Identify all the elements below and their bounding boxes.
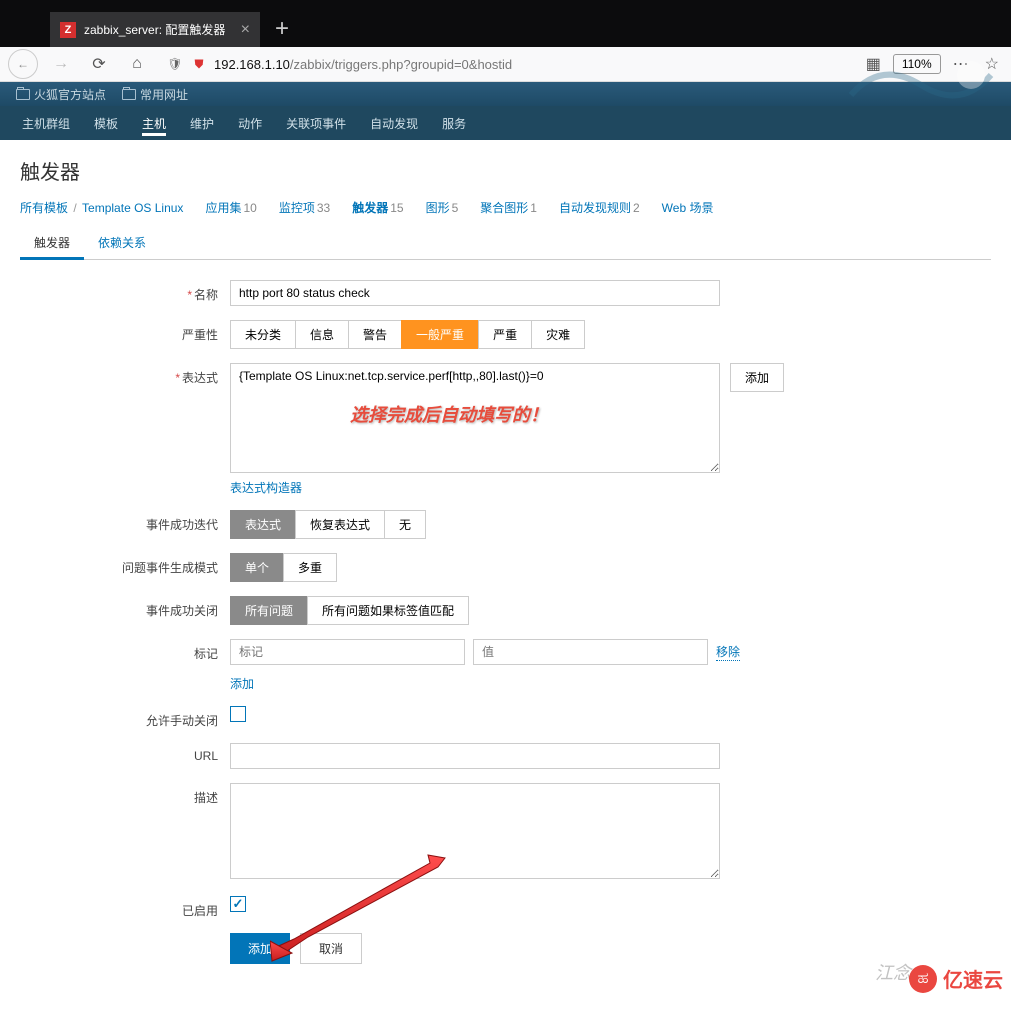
trigger-form: *名称 严重性 未分类 信息 警告 一般严重 严重 灾难 *表达式 {Templ…: [20, 260, 991, 998]
ok-event-group: 表达式 恢复表达式 无: [230, 510, 830, 539]
description-textarea[interactable]: [230, 783, 720, 879]
browser-tab[interactable]: Z zabbix_server: 配置触发器 ×: [50, 12, 260, 47]
bc-items[interactable]: 监控项: [279, 201, 315, 215]
label-severity: 严重性: [20, 320, 230, 343]
severity-group: 未分类 信息 警告 一般严重 严重 灾难: [230, 320, 830, 349]
cancel-button[interactable]: 取消: [300, 933, 362, 964]
ok-event-none[interactable]: 无: [384, 510, 426, 539]
bc-discovery-rules[interactable]: 自动发现规则: [559, 201, 631, 215]
ok-close-tag-match[interactable]: 所有问题如果标签值匹配: [307, 596, 469, 625]
forward-button[interactable]: →: [46, 49, 76, 79]
nav-correlation[interactable]: 关联项事件: [274, 106, 358, 140]
tag-name-input[interactable]: [230, 639, 465, 665]
enabled-checkbox[interactable]: [230, 896, 246, 912]
name-input[interactable]: [230, 280, 720, 306]
sev-high[interactable]: 严重: [478, 320, 532, 349]
tag-remove-link[interactable]: 移除: [716, 643, 740, 661]
manual-close-checkbox[interactable]: [230, 706, 246, 722]
close-tab-icon[interactable]: ×: [241, 21, 250, 39]
author-watermark: 江念: [875, 959, 911, 985]
new-tab-button[interactable]: +: [275, 15, 289, 43]
bc-all-templates[interactable]: 所有模板: [20, 201, 68, 215]
bc-web[interactable]: Web 场景: [662, 201, 714, 215]
label-manual-close: 允许手动关闭: [20, 706, 230, 729]
bc-triggers[interactable]: 触发器: [352, 201, 388, 215]
label-url: URL: [20, 743, 230, 763]
back-button[interactable]: ←: [8, 49, 38, 79]
bookmark-star-icon[interactable]: ☆: [981, 54, 1003, 74]
label-name: *名称: [20, 280, 230, 303]
bc-screens[interactable]: 聚合图形: [480, 201, 528, 215]
sev-disaster[interactable]: 灾难: [531, 320, 585, 349]
zoom-indicator[interactable]: 110%: [893, 54, 941, 74]
sev-average[interactable]: 一般严重: [401, 320, 479, 349]
subtab-trigger[interactable]: 触发器: [20, 226, 84, 259]
browser-tab-strip: Z zabbix_server: 配置触发器 × +: [0, 0, 1011, 47]
nav-hostgroups[interactable]: 主机群组: [10, 106, 82, 140]
url-input[interactable]: [230, 743, 720, 769]
nav-hosts[interactable]: 主机: [130, 106, 178, 140]
bc-applications[interactable]: 应用集: [205, 201, 241, 215]
nav-actions[interactable]: 动作: [226, 106, 274, 140]
sev-not-classified[interactable]: 未分类: [230, 320, 296, 349]
breadcrumb: 所有模板 / Template OS Linux 应用集10 监控项33 触发器…: [20, 199, 991, 216]
shield-icon: 🛡: [166, 55, 184, 73]
label-description: 描述: [20, 783, 230, 806]
bookmark-firefox-official[interactable]: 火狐官方站点: [16, 86, 106, 103]
tag-value-input[interactable]: [473, 639, 708, 665]
folder-icon: [122, 89, 136, 100]
zabbix-favicon: Z: [60, 22, 76, 38]
nav-discovery[interactable]: 自动发现: [358, 106, 430, 140]
lock-slash-icon: ⛊: [190, 55, 208, 73]
home-button[interactable]: ⌂: [122, 49, 152, 79]
ok-event-expression[interactable]: 表达式: [230, 510, 296, 539]
url-text: 192.168.1.10/zabbix/triggers.php?groupid…: [214, 57, 512, 72]
tab-title: zabbix_server: 配置触发器: [84, 21, 233, 38]
expression-builder-link[interactable]: 表达式构造器: [230, 481, 302, 495]
nav-templates[interactable]: 模板: [82, 106, 130, 140]
sev-information[interactable]: 信息: [295, 320, 349, 349]
folder-icon: [16, 89, 30, 100]
page-title: 触发器: [20, 156, 991, 185]
label-problem-mode: 问题事件生成模式: [20, 553, 230, 576]
browser-toolbar: ← → ⟳ ⌂ 🛡 ⛊ 192.168.1.10/zabbix/triggers…: [0, 47, 1011, 82]
bc-template-name[interactable]: Template OS Linux: [82, 201, 183, 215]
nav-services[interactable]: 服务: [430, 106, 478, 140]
subtab-dependencies[interactable]: 依赖关系: [84, 226, 160, 259]
sev-warning[interactable]: 警告: [348, 320, 402, 349]
label-expression: *表达式: [20, 363, 230, 386]
expression-add-button[interactable]: 添加: [730, 363, 784, 392]
page-content: 触发器 所有模板 / Template OS Linux 应用集10 监控项33…: [0, 140, 1011, 1010]
zabbix-nav: 主机群组 模板 主机 维护 动作 关联项事件 自动发现 服务: [0, 106, 1011, 140]
expression-textarea[interactable]: {Template OS Linux:net.tcp.service.perf[…: [230, 363, 720, 473]
submit-button[interactable]: 添加: [230, 933, 290, 964]
brand-watermark: ಹ 亿速云: [909, 964, 1003, 993]
label-ok-event: 事件成功迭代: [20, 510, 230, 533]
qr-icon[interactable]: ▦: [862, 54, 885, 74]
url-bar[interactable]: 🛡 ⛊ 192.168.1.10/zabbix/triggers.php?gro…: [160, 55, 854, 73]
reload-button[interactable]: ⟳: [84, 49, 114, 79]
problem-mode-multiple[interactable]: 多重: [283, 553, 337, 582]
subtabs: 触发器 依赖关系: [20, 226, 991, 260]
bookmark-common-sites[interactable]: 常用网址: [122, 86, 188, 103]
ok-close-group: 所有问题 所有问题如果标签值匹配: [230, 596, 830, 625]
bookmarks-bar: 火狐官方站点 常用网址: [0, 82, 1011, 106]
brand-logo-icon: ಹ: [909, 965, 937, 993]
tag-add-link[interactable]: 添加: [230, 677, 254, 691]
problem-mode-group: 单个 多重: [230, 553, 830, 582]
ok-event-recovery[interactable]: 恢复表达式: [295, 510, 385, 539]
label-tags: 标记: [20, 639, 230, 662]
nav-maintenance[interactable]: 维护: [178, 106, 226, 140]
label-ok-close: 事件成功关闭: [20, 596, 230, 619]
bc-graphs[interactable]: 图形: [426, 201, 450, 215]
label-enabled: 已启用: [20, 896, 230, 919]
ok-close-all[interactable]: 所有问题: [230, 596, 308, 625]
problem-mode-single[interactable]: 单个: [230, 553, 284, 582]
menu-dots-icon[interactable]: ⋯: [949, 54, 973, 74]
